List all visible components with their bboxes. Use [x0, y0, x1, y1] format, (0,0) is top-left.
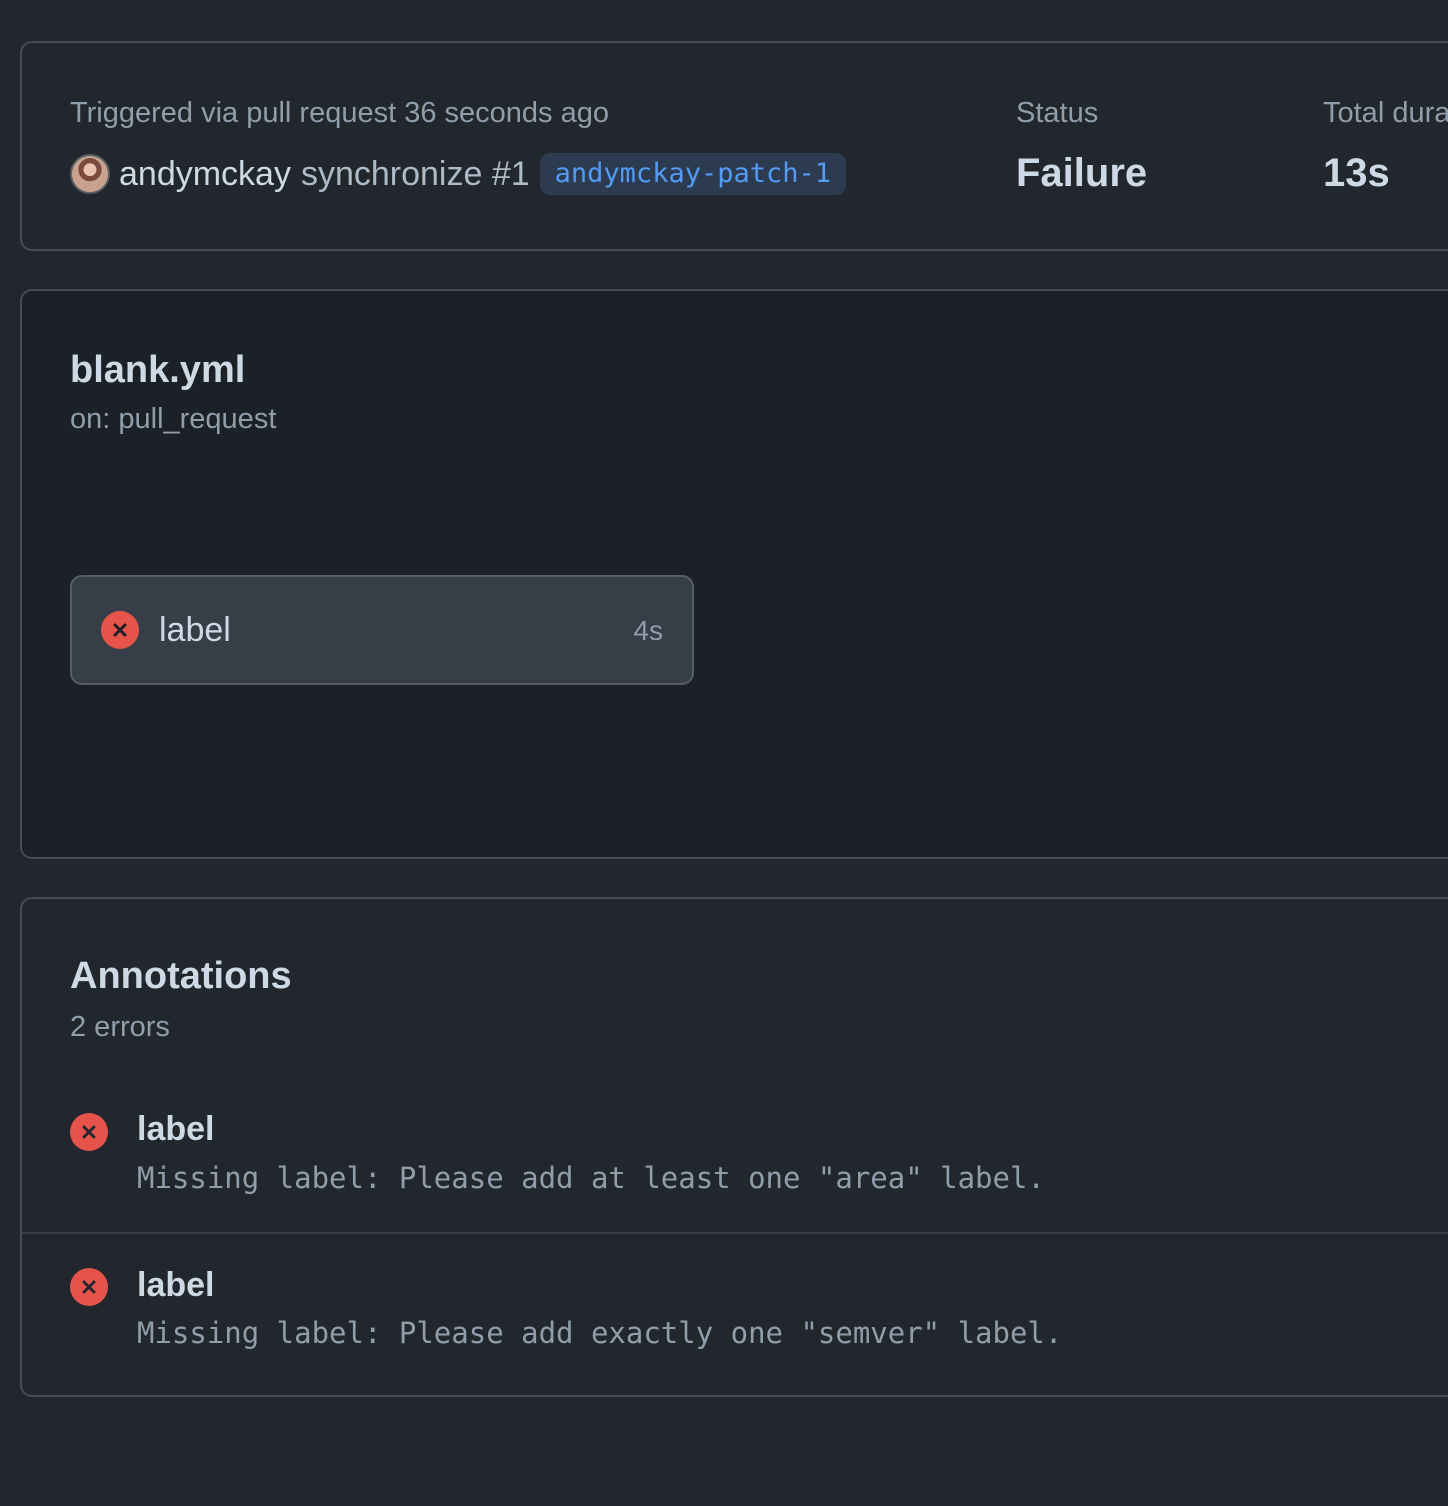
x-circle-icon [70, 1113, 108, 1151]
status-value: Failure [1016, 151, 1148, 195]
annotations-card: Annotations 2 errors label Missing label… [20, 897, 1448, 1397]
annotations-count: 2 errors [70, 1011, 170, 1043]
event-text: synchronize #1 [300, 154, 530, 193]
annotations-title: Annotations [70, 955, 292, 997]
actor-line: andymckay synchronize #1 andymckay-patch… [70, 153, 846, 195]
run-summary-card: Triggered via pull request 36 seconds ag… [20, 41, 1448, 251]
workflow-trigger: on: pull_request [70, 403, 277, 435]
annotation-message: Missing label: Please add exactly one "s… [137, 1316, 1063, 1350]
status-label: Status [1016, 97, 1099, 129]
annotation-divider [22, 1232, 1448, 1234]
job-duration: 4s [633, 615, 663, 646]
job-card-label[interactable]: label 4s [70, 575, 694, 685]
avatar[interactable] [70, 154, 110, 194]
branch-badge[interactable]: andymckay-patch-1 [539, 153, 846, 195]
annotation-title[interactable]: label [137, 1266, 214, 1305]
job-name: label [159, 611, 231, 649]
x-circle-icon [101, 611, 139, 649]
workflow-graph-card: blank.yml on: pull_request label 4s [20, 289, 1448, 859]
annotation-message: Missing label: Please add at least one "… [137, 1161, 1045, 1195]
trigger-text: Triggered via pull request 36 seconds ag… [70, 97, 609, 129]
duration-value: 13s [1323, 151, 1390, 195]
x-circle-icon [70, 1268, 108, 1306]
annotation-title[interactable]: label [137, 1110, 214, 1149]
duration-label: Total dura [1323, 97, 1448, 129]
actor-link[interactable]: andymckay [119, 155, 291, 194]
workflow-file-name: blank.yml [70, 349, 246, 391]
